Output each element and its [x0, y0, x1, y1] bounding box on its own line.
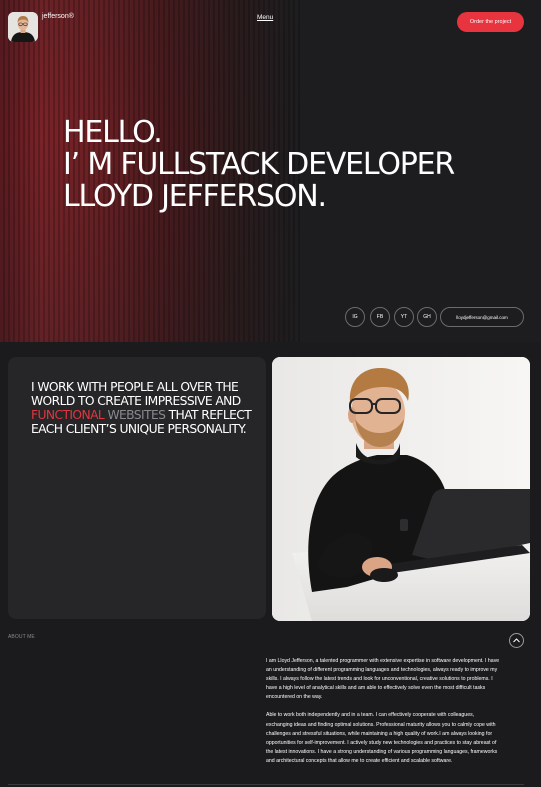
social-gh-button[interactable]: GH — [417, 307, 437, 327]
statement-text: I WORK WITH PEOPLE ALL OVER THE WORLD TO… — [31, 380, 256, 436]
hero-line-2: I’ M FULLSTACK DEVELOPER — [63, 147, 455, 182]
about-text: I am Lloyd Jefferson, a talented program… — [266, 657, 502, 775]
statement-highlight-gray: WEBSITES — [107, 408, 166, 422]
social-yt-button[interactable]: YT — [394, 307, 414, 327]
chevron-up-icon — [513, 638, 520, 643]
about-paragraph-1: I am Lloyd Jefferson, a talented program… — [266, 658, 500, 701]
about-paragraph-2: Able to work both independently and in a… — [266, 712, 498, 764]
statement-highlight-red: FUNCTIONAL — [31, 408, 105, 422]
brand-name[interactable]: jefferson® — [42, 13, 74, 20]
developer-photo — [272, 357, 530, 621]
scroll-up-button[interactable] — [509, 633, 524, 648]
avatar[interactable] — [8, 12, 38, 42]
social-ig-button[interactable]: IG — [345, 307, 365, 327]
brand[interactable]: jefferson® — [8, 12, 74, 42]
statement-part-1: I WORK WITH PEOPLE ALL OVER THE WORLD TO… — [31, 380, 241, 408]
email-link[interactable]: lloydjefferson@gmail.com — [440, 307, 524, 327]
developer-illustration — [272, 357, 530, 621]
hero-line-1: HELLO. — [63, 115, 163, 150]
hero-line-3: LLOYD JEFFERSON. — [63, 179, 327, 214]
avatar-portrait — [8, 12, 38, 42]
statement-card: I WORK WITH PEOPLE ALL OVER THE WORLD TO… — [8, 357, 266, 619]
divider — [8, 784, 524, 785]
social-fb-button[interactable]: FB — [370, 307, 390, 327]
about-label: ABOUT ME — [8, 634, 35, 640]
hero-section: jefferson® Menu Order the project HELLO.… — [0, 0, 541, 342]
order-project-button[interactable]: Order the project — [457, 12, 524, 32]
menu-link[interactable]: Menu — [257, 14, 273, 21]
hero-headline: HELLO. I’ M FULLSTACK DEVELOPER LLOYD JE… — [63, 115, 455, 214]
